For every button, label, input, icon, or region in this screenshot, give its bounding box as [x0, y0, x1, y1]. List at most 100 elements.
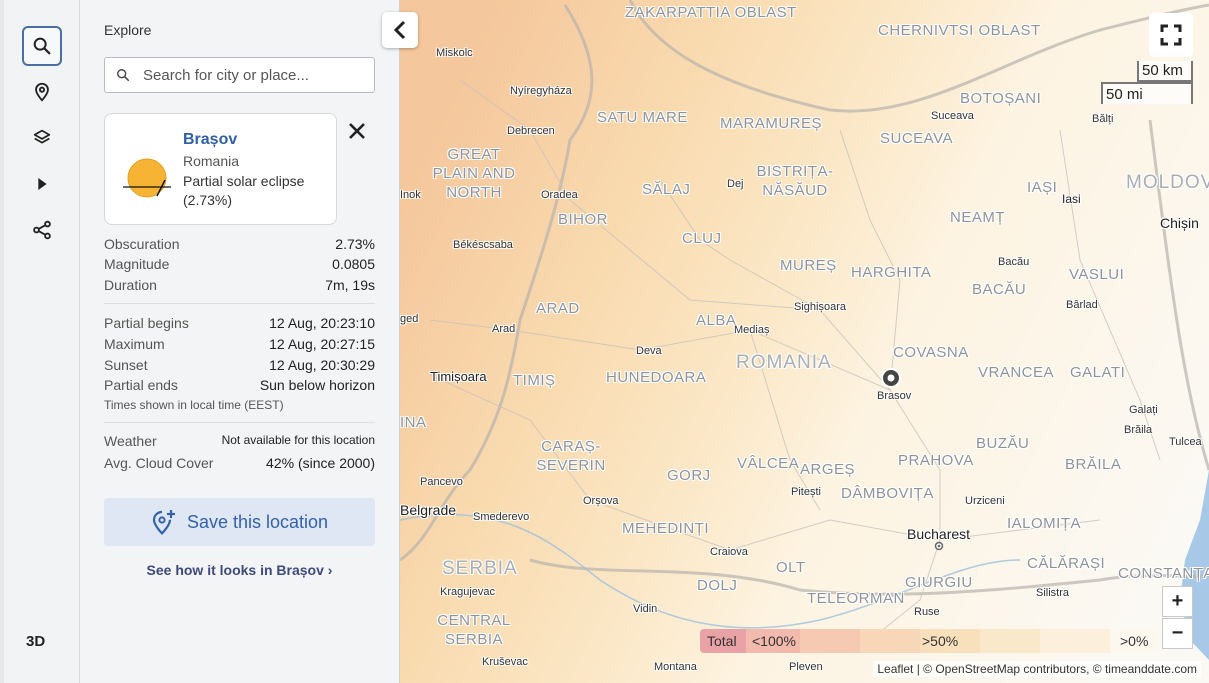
search-icon [117, 69, 130, 82]
region-label: IALOMIȚA [1007, 515, 1082, 532]
weather-row: Weather Not available for this location [104, 433, 375, 449]
city-label: Brasov [877, 390, 912, 402]
time-row: Partial ends Sun below horizon [104, 377, 375, 393]
layers-icon [33, 129, 51, 144]
scale-km: 50 km [1137, 61, 1193, 82]
panel-title: Explore [104, 22, 152, 38]
stat-label: Duration [104, 277, 157, 293]
region-label: BOTOȘANI [960, 90, 1042, 107]
capital-marker-icon [934, 541, 944, 551]
region-label: BISTRIȚA-NĂSĂUD [756, 163, 834, 199]
chevron-left-icon [393, 20, 406, 40]
time-value: Sun below horizon [259, 377, 375, 393]
play-icon [38, 178, 47, 190]
legend-swatch [980, 629, 1040, 653]
region-label: MARAMUREȘ [720, 115, 823, 132]
region-label: HARGHITA [851, 264, 932, 281]
map-pin-icon [35, 82, 49, 102]
share-icon [33, 220, 51, 240]
map-attribution[interactable]: Leaflet | © OpenStreetMap contributors, … [873, 661, 1201, 677]
search-input[interactable] [143, 66, 363, 84]
city-label: Kruševac [482, 656, 528, 668]
zoom-out-button[interactable]: − [1162, 618, 1193, 649]
city-label: Urziceni [965, 495, 1005, 507]
map-tiles [400, 0, 1209, 683]
region-label: ARAD [536, 300, 580, 317]
collapse-panel-button[interactable] [382, 12, 418, 48]
see-how-it-looks-link[interactable]: See how it looks in Brașov › [104, 562, 375, 578]
region-label: CONSTANȚA [1118, 565, 1209, 582]
city-label: Kragujevac [440, 586, 496, 598]
city-label: Timișoara [430, 369, 487, 384]
time-value: 12 Aug, 20:27:15 [269, 336, 375, 352]
region-label: COVASNA [893, 344, 969, 361]
legend-over-0: >0% [1110, 629, 1158, 653]
eclipse-percent: (2.73%) [183, 192, 233, 208]
eclipse-type: Partial solar eclipse [183, 173, 305, 189]
time-label: Sunset [104, 357, 148, 373]
region-label: CARAȘ-SEVERIN [536, 438, 606, 474]
region-label: INA [400, 414, 427, 431]
map-scale: 50 km 50 mi [1101, 61, 1193, 104]
region-label: VASLUI [1069, 266, 1125, 283]
city-label: Brăila [1124, 424, 1153, 436]
selected-location-pin-icon[interactable] [880, 367, 902, 389]
location-tool-button[interactable] [22, 72, 62, 112]
legend-total: Total [700, 629, 746, 653]
save-location-button[interactable]: Save this location [104, 498, 375, 546]
play-animation-button[interactable] [22, 164, 62, 204]
search-tool-button[interactable] [22, 26, 62, 66]
country-label: MOLDOV [1126, 172, 1209, 193]
region-label: GIURGIU [905, 574, 973, 591]
region-label: TIMIȘ [513, 372, 556, 389]
see-link-label: See how it looks in Brașov [146, 562, 324, 578]
city-label: Suceava [931, 110, 974, 122]
city-label: Pitești [791, 486, 821, 498]
region-label: BACĂU [972, 281, 1027, 298]
city-label: Debrecen [507, 125, 555, 137]
city-label: ged [400, 313, 419, 325]
stat-row: Magnitude 0.0805 [104, 256, 375, 272]
share-button[interactable] [22, 210, 62, 250]
time-row: Partial begins 12 Aug, 20:23:10 [104, 315, 375, 331]
map-view[interactable]: ZAKARPATTIA OBLAST CHERNIVTSI OBLAST SAT… [400, 0, 1209, 683]
country-label: ROMANIA [736, 352, 832, 373]
region-label: GALATI [1070, 364, 1126, 381]
legend-under-100: <100% [746, 629, 800, 653]
fullscreen-button[interactable] [1149, 13, 1193, 57]
region-label: BRĂILA [1065, 456, 1122, 473]
region-label: DOLJ [697, 577, 738, 594]
cloud-value: 42% (since 2000) [266, 455, 375, 471]
city-label: Arad [492, 323, 516, 335]
region-label: CHERNIVTSI OBLAST [878, 22, 1041, 39]
chevron-right-icon: › [327, 562, 333, 578]
location-city[interactable]: Brașov [183, 131, 237, 149]
obscuration-legend: Total <100% >50% >0% [700, 629, 1158, 653]
time-row: Maximum 12 Aug, 20:27:15 [104, 336, 375, 352]
city-label: Miskolc [436, 47, 473, 59]
divider [104, 422, 375, 423]
layers-tool-button[interactable] [22, 118, 62, 158]
3d-toggle-button[interactable]: 3D [26, 633, 45, 650]
weather-label: Weather [104, 433, 157, 449]
region-label: CĂLĂRAȘI [1027, 555, 1106, 572]
city-label: Iasi [1062, 192, 1081, 206]
region-label: MEHEDINȚI [622, 520, 709, 537]
time-label: Partial ends [104, 377, 178, 393]
search-icon [33, 37, 51, 55]
region-label: TELEORMAN [807, 590, 905, 607]
city-label: Deva [636, 345, 662, 357]
city-label: Montana [654, 661, 697, 673]
search-box[interactable] [104, 57, 375, 93]
region-label: CLUJ [682, 230, 722, 247]
region-label: ALBA [696, 312, 737, 329]
close-icon[interactable] [346, 120, 368, 142]
legend-swatch [860, 629, 920, 653]
city-label: Orșova [583, 495, 619, 507]
zoom-in-button[interactable]: + [1162, 586, 1193, 617]
cloud-row: Avg. Cloud Cover 42% (since 2000) [104, 455, 375, 471]
city-label: Békéscsaba [453, 239, 513, 251]
fullscreen-icon [1160, 24, 1182, 46]
region-label: DÂMBOVIȚA [841, 485, 934, 502]
region-label: VRANCEA [978, 364, 1055, 381]
